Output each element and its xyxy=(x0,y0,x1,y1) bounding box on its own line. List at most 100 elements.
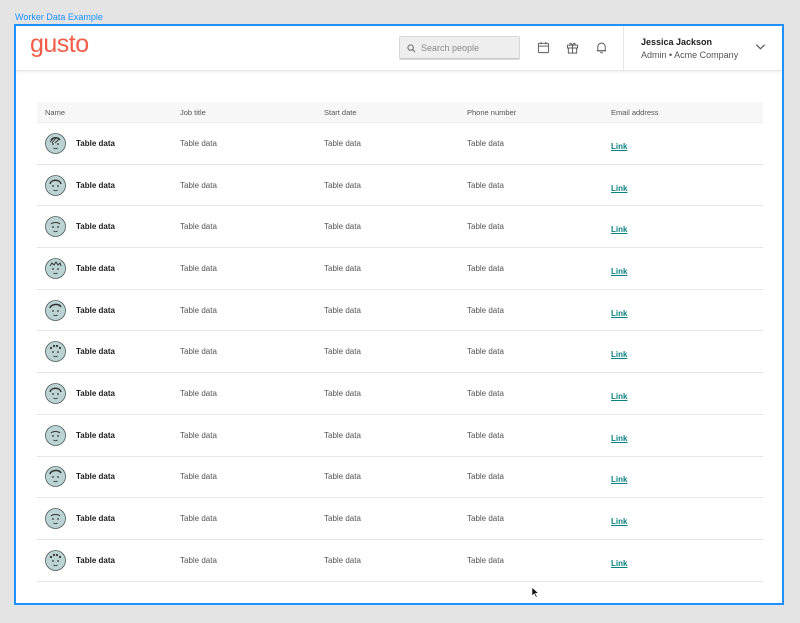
name-cell: Table data xyxy=(37,216,180,238)
worker-name[interactable]: Table data xyxy=(76,139,115,148)
start-date-cell: Table data xyxy=(324,514,361,524)
email-link[interactable]: Link xyxy=(611,184,627,193)
column-header-job-title[interactable]: Job title xyxy=(180,108,324,117)
start-date-cell: Table data xyxy=(324,388,361,398)
phone-number-cell: Table data xyxy=(467,263,504,273)
name-cell: Table data xyxy=(37,383,180,404)
job-title-cell: Table data xyxy=(180,472,217,482)
job-title-cell: Table data xyxy=(180,514,217,524)
start-date-cell: Table data xyxy=(324,180,361,190)
avatar-illustration-icon xyxy=(45,341,66,363)
job-title-cell: Table data xyxy=(180,138,217,148)
email-link[interactable]: Link xyxy=(611,225,627,234)
search-box[interactable] xyxy=(399,36,520,60)
avatar-illustration-icon xyxy=(45,174,66,196)
table-row[interactable]: Table data Table data Table data Table d… xyxy=(37,206,763,249)
gift-icon[interactable] xyxy=(566,41,579,54)
worker-name[interactable]: Table data xyxy=(76,472,115,481)
column-header-name[interactable]: Name xyxy=(37,108,180,117)
job-title-cell: Table data xyxy=(180,305,217,315)
table-row[interactable]: Table data Table data Table data Table d… xyxy=(37,290,763,332)
email-link[interactable]: Link xyxy=(611,517,627,526)
email-link[interactable]: Link xyxy=(611,309,627,318)
start-date-cell: Table data xyxy=(324,222,361,232)
name-cell: Table data xyxy=(37,466,180,488)
start-date-cell: Table data xyxy=(324,305,361,315)
column-header-email-address[interactable]: Email address xyxy=(611,108,731,117)
email-link[interactable]: Link xyxy=(611,434,627,443)
calendar-icon[interactable] xyxy=(537,41,550,54)
avatar-illustration-icon xyxy=(45,258,66,279)
table-row[interactable]: Table data Table data Table data Table d… xyxy=(37,457,763,499)
mouse-cursor-icon xyxy=(531,586,540,599)
phone-number-cell: Table data xyxy=(467,514,504,524)
table-body: Table data Table data Table data Table d… xyxy=(37,123,763,582)
email-link[interactable]: Link xyxy=(611,475,627,484)
email-cell: Link xyxy=(611,301,731,320)
gusto-logo[interactable]: gusto xyxy=(30,30,89,59)
name-cell: Table data xyxy=(37,174,180,196)
job-title-cell: Table data xyxy=(180,222,217,232)
email-cell: Link xyxy=(611,259,731,278)
name-cell: Table data xyxy=(37,424,180,446)
worker-name[interactable]: Table data xyxy=(76,181,115,190)
column-header-start-date[interactable]: Start date xyxy=(324,108,467,117)
user-name[interactable]: Jessica Jackson xyxy=(641,37,712,47)
table-row[interactable]: Table data Table data Table data Table d… xyxy=(37,123,763,165)
phone-number-cell: Table data xyxy=(467,222,504,232)
frame-label: Worker Data Example xyxy=(15,12,103,22)
start-date-cell: Table data xyxy=(324,347,361,357)
avatar-illustration-icon xyxy=(45,216,66,238)
table-row[interactable]: Table data Table data Table data Table d… xyxy=(37,415,763,457)
search-input[interactable] xyxy=(421,43,516,53)
name-cell: Table data xyxy=(37,508,180,529)
email-cell: Link xyxy=(611,509,731,528)
start-date-cell: Table data xyxy=(324,555,361,565)
avatar-illustration-icon xyxy=(45,508,66,529)
header-divider xyxy=(623,26,624,71)
email-link[interactable]: Link xyxy=(611,142,627,151)
phone-number-cell: Table data xyxy=(467,347,504,357)
email-cell: Link xyxy=(611,426,731,445)
email-link[interactable]: Link xyxy=(611,392,627,401)
job-title-cell: Table data xyxy=(180,347,217,357)
search-icon xyxy=(407,43,416,52)
workers-table: Name Job title Start date Phone number E… xyxy=(37,102,763,582)
avatar-illustration-icon xyxy=(45,383,66,404)
name-cell: Table data xyxy=(37,299,180,321)
worker-name[interactable]: Table data xyxy=(76,389,115,398)
user-role: Admin • Acme Company xyxy=(641,50,739,60)
worker-name[interactable]: Table data xyxy=(76,347,115,356)
worker-name[interactable]: Table data xyxy=(76,306,115,315)
table-row[interactable]: Table data Table data Table data Table d… xyxy=(37,165,763,207)
email-link[interactable]: Link xyxy=(611,267,627,276)
worker-name[interactable]: Table data xyxy=(76,514,115,523)
table-row[interactable]: Table data Table data Table data Table d… xyxy=(37,331,763,374)
name-cell: Table data xyxy=(37,549,180,571)
table-row[interactable]: Table data Table data Table data Table d… xyxy=(37,248,763,290)
job-title-cell: Table data xyxy=(180,263,217,273)
email-cell: Link xyxy=(611,134,731,153)
avatar-illustration-icon xyxy=(45,466,66,488)
start-date-cell: Table data xyxy=(324,472,361,482)
worker-name[interactable]: Table data xyxy=(76,431,115,440)
email-link[interactable]: Link xyxy=(611,559,627,568)
table-row[interactable]: Table data Table data Table data Table d… xyxy=(37,373,763,415)
start-date-cell: Table data xyxy=(324,430,361,440)
worker-name[interactable]: Table data xyxy=(76,264,115,273)
worker-name[interactable]: Table data xyxy=(76,556,115,565)
email-link[interactable]: Link xyxy=(611,350,627,359)
table-row[interactable]: Table data Table data Table data Table d… xyxy=(37,540,763,582)
table-header: Name Job title Start date Phone number E… xyxy=(37,102,763,123)
phone-number-cell: Table data xyxy=(467,138,504,148)
column-header-phone-number[interactable]: Phone number xyxy=(467,108,611,117)
job-title-cell: Table data xyxy=(180,180,217,190)
worker-name[interactable]: Table data xyxy=(76,222,115,231)
chevron-down-icon[interactable] xyxy=(755,43,766,51)
table-row[interactable]: Table data Table data Table data Table d… xyxy=(37,498,763,540)
job-title-cell: Table data xyxy=(180,555,217,565)
start-date-cell: Table data xyxy=(324,138,361,148)
avatar-illustration-icon xyxy=(45,424,66,446)
job-title-cell: Table data xyxy=(180,430,217,440)
bell-icon[interactable] xyxy=(595,41,608,54)
